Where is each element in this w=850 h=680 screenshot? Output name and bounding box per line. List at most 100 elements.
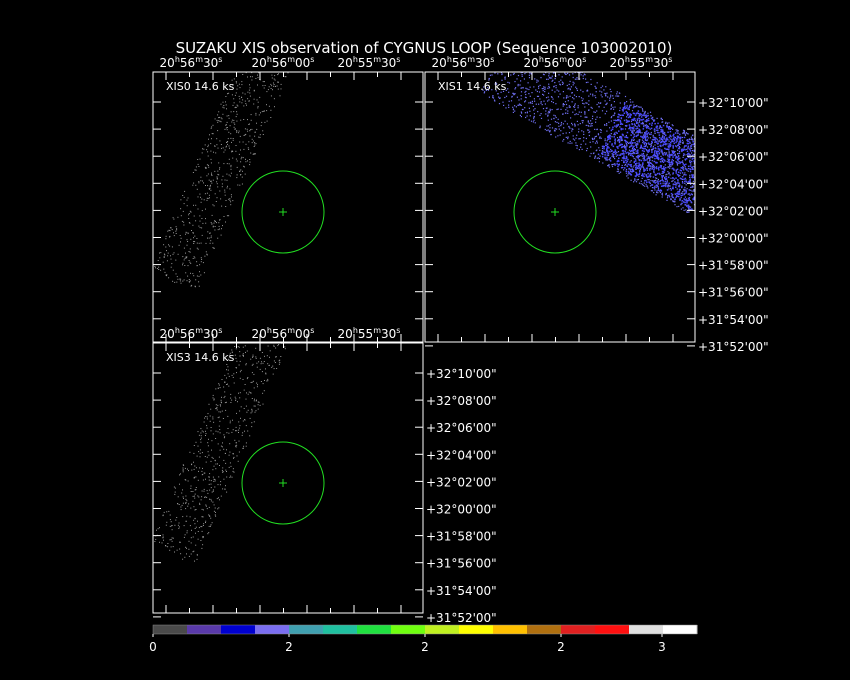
event	[232, 200, 234, 202]
event	[504, 64, 505, 65]
event	[182, 471, 184, 473]
event	[214, 486, 216, 488]
event	[213, 205, 215, 207]
event	[208, 479, 210, 481]
event	[268, 86, 270, 88]
event	[225, 101, 226, 103]
event	[660, 185, 663, 187]
event	[189, 222, 191, 224]
event	[656, 172, 659, 175]
event	[554, 91, 556, 93]
event	[659, 191, 661, 194]
event	[235, 145, 237, 146]
event	[186, 244, 188, 246]
event	[170, 266, 172, 268]
event	[614, 106, 616, 108]
event	[189, 451, 191, 453]
event	[615, 119, 617, 122]
event	[256, 362, 258, 364]
event	[273, 344, 275, 346]
event	[247, 61, 248, 62]
event	[590, 125, 592, 127]
event	[610, 105, 612, 107]
event	[192, 500, 194, 502]
event	[220, 411, 222, 413]
event	[553, 118, 555, 120]
event	[606, 158, 608, 160]
event	[207, 442, 209, 444]
event	[219, 167, 221, 169]
event	[686, 148, 688, 150]
event	[243, 355, 244, 357]
event	[660, 129, 662, 131]
event	[604, 100, 606, 102]
event	[652, 157, 654, 159]
event	[176, 276, 178, 278]
event	[213, 222, 215, 224]
event	[520, 91, 523, 93]
event	[677, 153, 679, 155]
event	[527, 82, 529, 84]
event	[552, 98, 554, 100]
event	[284, 76, 286, 78]
event	[609, 97, 611, 99]
event	[163, 511, 165, 513]
event	[590, 83, 592, 85]
event	[162, 261, 164, 263]
ra-tick-label: 20h56m00s	[252, 326, 315, 341]
event	[560, 123, 562, 125]
event	[218, 497, 219, 499]
event	[632, 136, 635, 139]
event	[610, 104, 613, 106]
event	[239, 87, 241, 89]
event	[636, 140, 638, 142]
event	[559, 134, 561, 136]
event	[638, 172, 641, 175]
ra-tick-label: 20h56m30s	[160, 326, 223, 341]
event	[572, 111, 574, 113]
event	[189, 261, 191, 263]
event	[225, 200, 227, 201]
event	[697, 191, 699, 193]
event	[657, 154, 659, 157]
dec-tick-label: +32°10'00"	[426, 367, 497, 381]
event	[208, 525, 210, 527]
event	[236, 120, 238, 122]
event	[630, 127, 632, 129]
event	[683, 173, 685, 175]
event	[215, 152, 217, 154]
event	[635, 165, 638, 167]
event	[223, 163, 225, 165]
event	[616, 160, 619, 163]
event	[596, 140, 598, 142]
event	[638, 121, 641, 123]
event	[169, 245, 171, 247]
event	[274, 75, 276, 77]
event	[214, 460, 216, 462]
event	[210, 150, 212, 152]
event	[242, 62, 243, 63]
event	[222, 442, 223, 444]
event	[692, 183, 695, 186]
event	[670, 163, 672, 166]
event	[633, 133, 635, 135]
event	[171, 525, 173, 526]
event	[198, 527, 200, 529]
event	[684, 148, 686, 151]
event	[233, 122, 235, 124]
event	[205, 185, 206, 186]
event	[218, 507, 220, 509]
event	[639, 164, 641, 167]
event	[266, 104, 267, 106]
event	[650, 144, 652, 146]
event	[216, 178, 218, 180]
event	[202, 509, 204, 511]
event	[643, 125, 645, 128]
event	[251, 138, 253, 140]
event	[558, 81, 560, 83]
event	[535, 89, 537, 91]
event	[168, 244, 169, 246]
event	[174, 524, 176, 526]
event	[197, 531, 199, 532]
event	[613, 122, 616, 124]
